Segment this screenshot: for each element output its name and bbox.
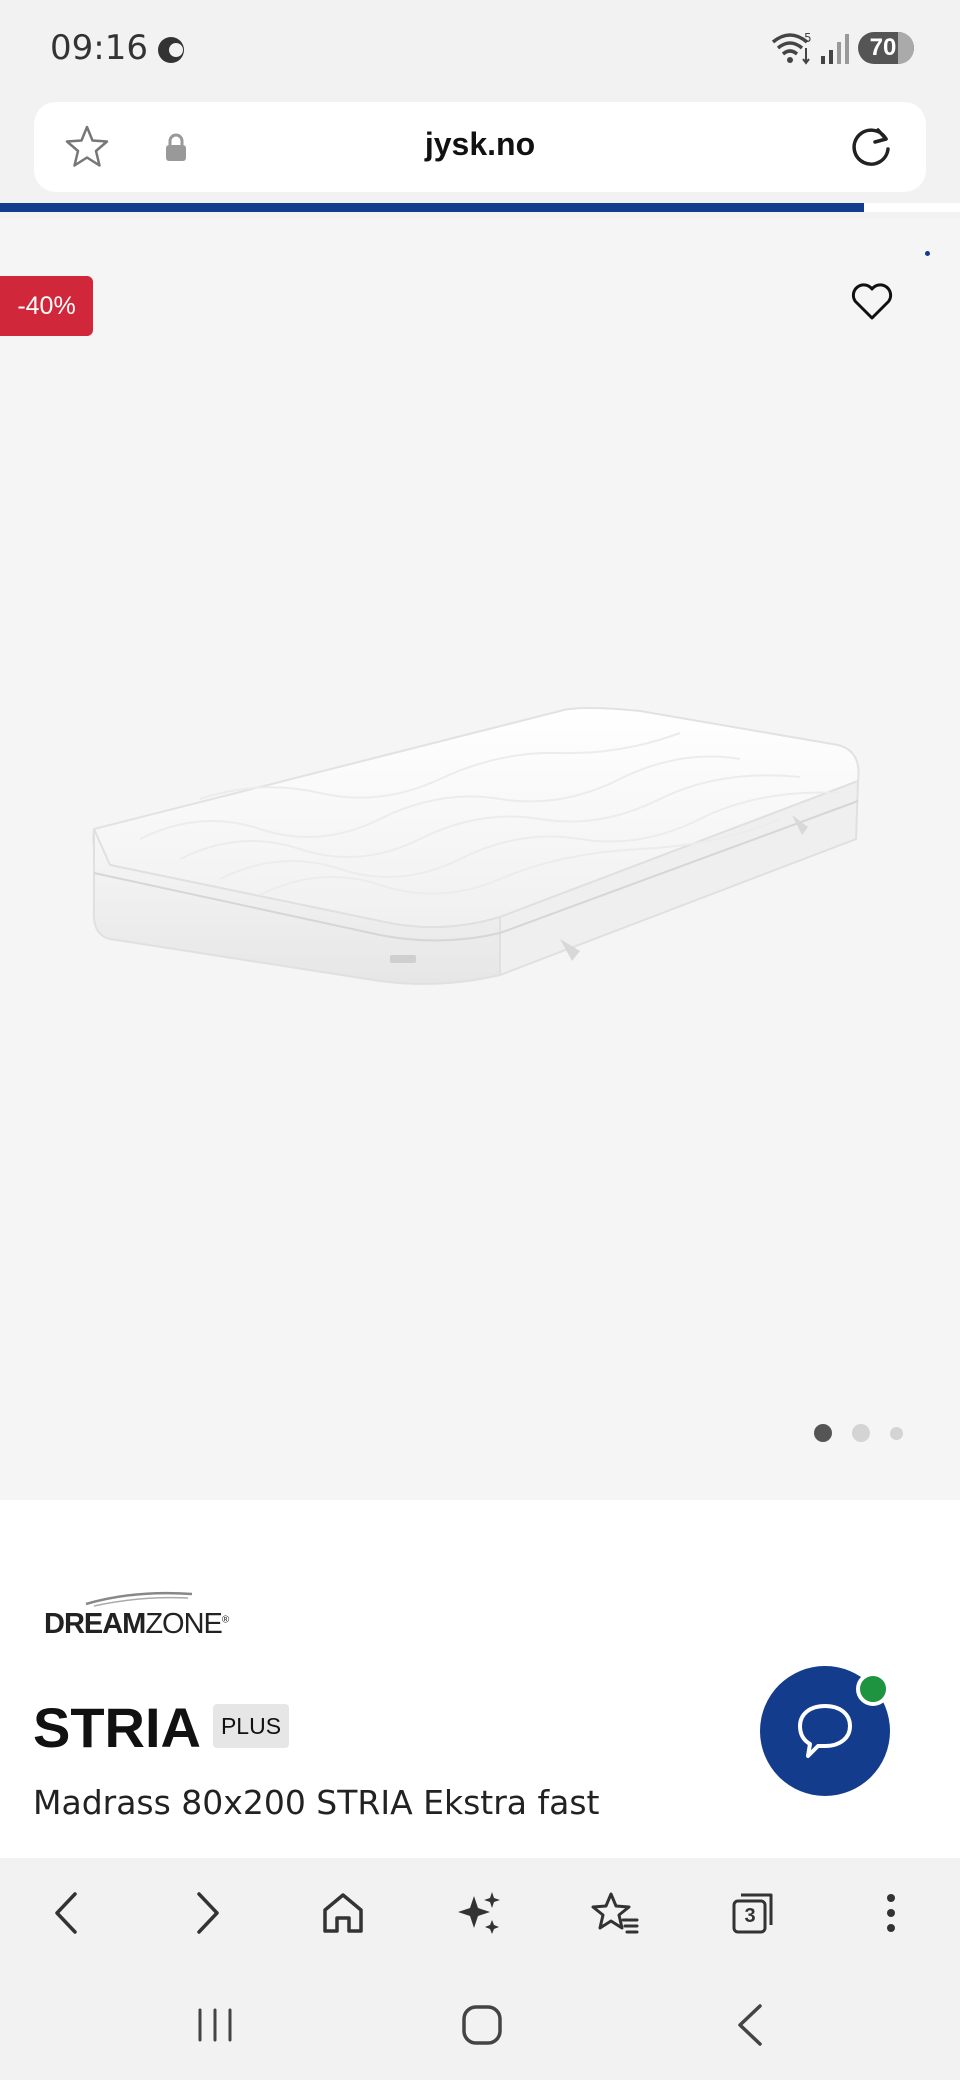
brand-logo[interactable]: DREAMZONE®	[44, 1588, 244, 1640]
brand-name: DREAMZONE®	[44, 1608, 229, 1640]
home-nav-icon[interactable]	[457, 2000, 507, 2050]
address-bar[interactable]: jysk.no	[34, 102, 926, 192]
recent-apps-icon[interactable]	[190, 2000, 240, 2050]
bookmarks-icon	[591, 1892, 639, 1934]
chat-bubble-icon	[798, 1704, 852, 1758]
ai-assistant-button[interactable]	[454, 1888, 504, 1938]
back-nav-icon[interactable]	[726, 2000, 776, 2050]
ai-sparkle-icon	[458, 1892, 500, 1934]
battery-level: 70	[869, 34, 897, 61]
back-icon	[55, 1892, 77, 1934]
more-icon	[887, 1894, 895, 1932]
back-button[interactable]	[42, 1888, 92, 1938]
page-load-progress	[0, 203, 960, 212]
battery-indicator: 70	[858, 32, 914, 64]
reload-icon[interactable]	[846, 122, 896, 172]
forward-button[interactable]	[182, 1888, 232, 1938]
product-image-gallery[interactable]: -40%	[0, 219, 960, 1500]
heart-icon[interactable]	[850, 281, 894, 321]
product-tag: PLUS	[213, 1704, 289, 1748]
product-image-mattress[interactable]	[80, 689, 880, 1049]
product-title: STRIA	[33, 1696, 201, 1759]
discount-badge: -40%	[0, 276, 93, 336]
brand-swoosh-icon	[85, 1591, 193, 1607]
url-text[interactable]: jysk.no	[34, 126, 926, 163]
page-load-progress-fill	[0, 203, 864, 212]
wifi-icon: 5	[771, 31, 812, 65]
gallery-indicator-dot	[925, 251, 930, 256]
gallery-dot-3[interactable]	[890, 1427, 903, 1440]
product-subtitle: Madrass 80x200 STRIA Ekstra fast	[33, 1783, 600, 1822]
brand-name-light: ZONE	[145, 1608, 223, 1640]
tab-count: 3	[744, 1904, 756, 1927]
wifi-label: 5	[804, 31, 812, 45]
status-time: 09:16	[50, 28, 148, 68]
forward-icon	[197, 1892, 219, 1934]
bookmarks-button[interactable]	[590, 1888, 640, 1938]
home-button[interactable]	[318, 1888, 368, 1938]
product-info: DREAMZONE® STRIA PLUS Madrass 80x200 STR…	[0, 1500, 960, 1858]
gallery-dot-2[interactable]	[852, 1424, 870, 1442]
browser-toolbar: 3	[0, 1858, 960, 1968]
signal-icon	[821, 34, 849, 64]
chat-notification-dot	[856, 1672, 890, 1706]
tabs-button[interactable]: 3	[728, 1888, 778, 1938]
system-navigation-bar	[0, 1968, 960, 2080]
brand-name-bold: DREAM	[44, 1608, 146, 1640]
more-menu-button[interactable]	[866, 1888, 916, 1938]
status-bar: 09:16 5 70	[0, 0, 960, 100]
home-icon	[323, 1893, 363, 1933]
gallery-dot-1[interactable]	[814, 1424, 832, 1442]
dnd-icon	[158, 37, 184, 63]
